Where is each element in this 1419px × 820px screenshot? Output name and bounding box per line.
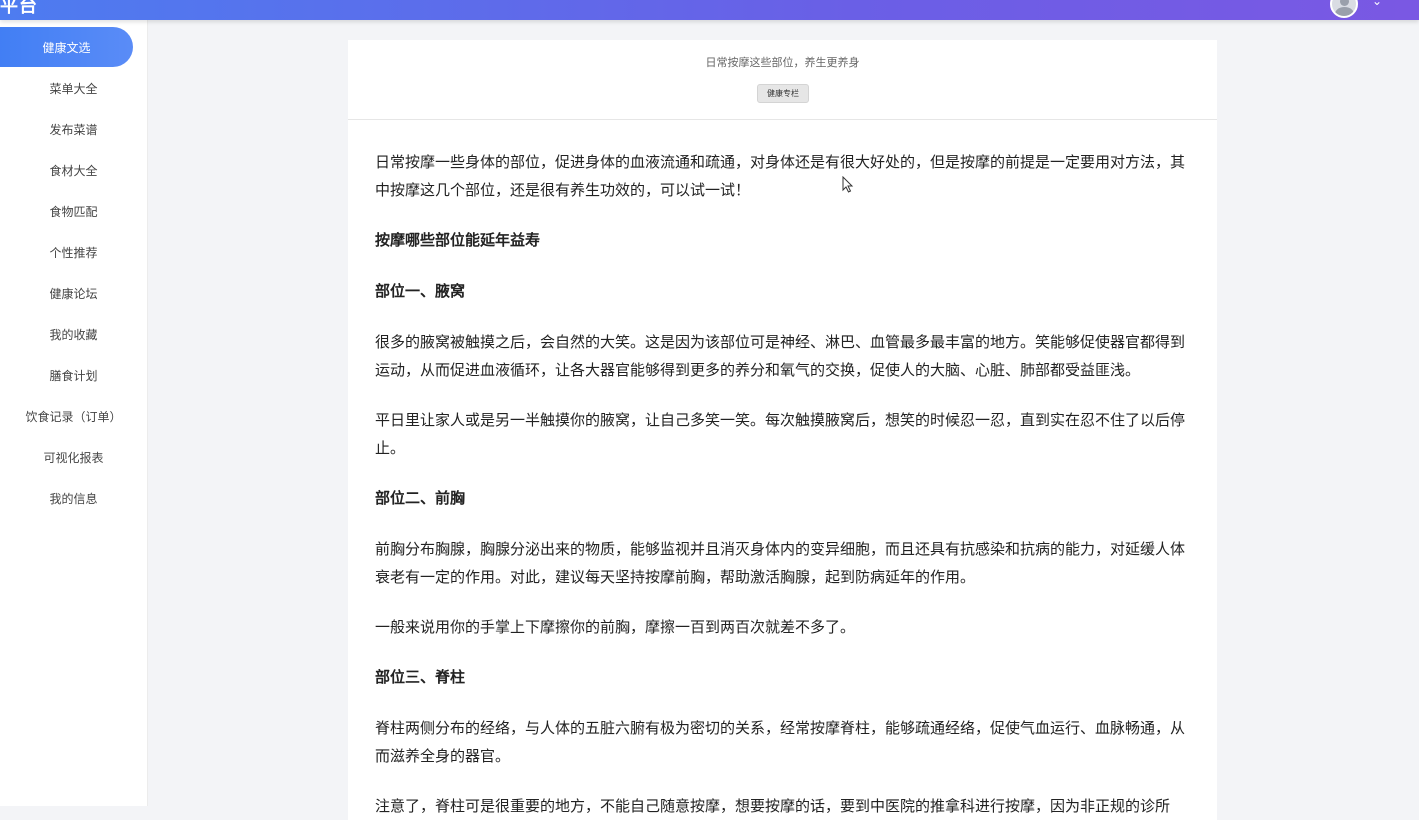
sidebar-item-reports[interactable]: 可视化报表: [0, 437, 147, 477]
article-subtitle: 日常按摩这些部位，养生更养身: [705, 56, 860, 69]
sidebar-item-label: 健康论坛: [49, 286, 98, 301]
top-header: 平台 ⌄: [0, 0, 1419, 20]
article-body: 日常按摩一些身体的部位，促进身体的血液流通和疏通，对身体还是有很大好处的，但是按…: [375, 148, 1195, 820]
sidebar-item-menus[interactable]: 菜单大全: [0, 68, 147, 108]
article-paragraph: 脊柱两侧分布的经络，与人体的五脏六腑有极为密切的关系，经常按摩脊柱，能够疏通经络…: [375, 719, 1186, 765]
sidebar-item-label: 膳食计划: [49, 368, 98, 383]
sidebar-item-ingredients[interactable]: 食材大全: [0, 150, 147, 190]
sidebar-item-forum[interactable]: 健康论坛: [0, 273, 147, 313]
sidebar-item-label: 可视化报表: [43, 450, 104, 465]
article-paragraph: 很多的腋窝被触摸之后，会自然的大笑。这是因为该部位可是神经、淋巴、血管最多最丰富…: [375, 333, 1186, 379]
article-heading: 按摩哪些部位能延年益寿: [375, 231, 541, 249]
avatar-shoulder-shape: [1335, 7, 1354, 16]
article-heading: 部位二、前胸: [375, 489, 466, 507]
sidebar-item-label: 饮食记录（订单）: [25, 409, 122, 424]
sidebar-item-label: 我的收藏: [49, 327, 98, 342]
sidebar-item-meal-plan[interactable]: 膳食计划: [0, 355, 147, 395]
sidebar-item-food-matching[interactable]: 食物匹配: [0, 191, 147, 231]
sidebar-item-diet-records[interactable]: 饮食记录（订单）: [0, 396, 147, 436]
article-paragraph: 平日里让家人或是另一半触摸你的腋窝，让自己多笑一笑。每次触摸腋窝后，想笑的时候忍…: [375, 411, 1186, 457]
chevron-down-icon[interactable]: ⌄: [1372, 0, 1382, 8]
article-paragraph: 前胸分布胸腺，胸腺分泌出来的物质，能够监视并且消灭身体内的变异细胞，而且还具有抗…: [375, 540, 1186, 586]
article-paragraph: 日常按摩一些身体的部位，促进身体的血液流通和疏通，对身体还是有很大好处的，但是按…: [375, 153, 1186, 199]
article-paragraph: 一般来说用你的手掌上下摩擦你的前胸，摩擦一百到两百次就差不多了。: [375, 618, 856, 636]
sidebar-item-my-info[interactable]: 我的信息: [0, 478, 147, 518]
sidebar-item-recommendations[interactable]: 个性推荐: [0, 232, 147, 272]
sidebar-item-label: 食物匹配: [49, 204, 98, 219]
sidebar-item-label: 菜单大全: [49, 81, 98, 96]
article-paragraph: 注意了，脊柱可是很重要的地方，不能自己随意按摩，想要按摩的话，要到中医院的推拿科…: [375, 797, 1171, 815]
article-heading: 部位三、脊柱: [375, 668, 466, 686]
article-header: 日常按摩这些部位，养生更养身 健康专栏: [348, 40, 1217, 120]
sidebar-item-label: 我的信息: [49, 491, 98, 506]
sidebar-item-label: 个性推荐: [49, 245, 98, 260]
app-title: 平台: [0, 0, 38, 17]
article-heading: 部位一、腋窝: [375, 282, 466, 300]
sidebar-item-label: 食材大全: [49, 163, 98, 178]
category-tag[interactable]: 健康专栏: [757, 84, 809, 103]
mouse-cursor-icon: [842, 176, 854, 193]
sidebar-item-favorites[interactable]: 我的收藏: [0, 314, 147, 354]
sidebar-item-label: 发布菜谱: [49, 122, 98, 137]
avatar-head-shape: [1340, 0, 1349, 6]
sidebar-item-label: 健康文选: [42, 40, 91, 55]
user-avatar[interactable]: [1330, 0, 1358, 18]
sidebar-item-publish-recipe[interactable]: 发布菜谱: [0, 109, 147, 149]
sidebar-menu: 健康文选 菜单大全 发布菜谱 食材大全 食物匹配 个性推荐 健康论坛 我的收藏 …: [0, 20, 148, 806]
sidebar-item-health-articles[interactable]: 健康文选: [0, 27, 133, 67]
